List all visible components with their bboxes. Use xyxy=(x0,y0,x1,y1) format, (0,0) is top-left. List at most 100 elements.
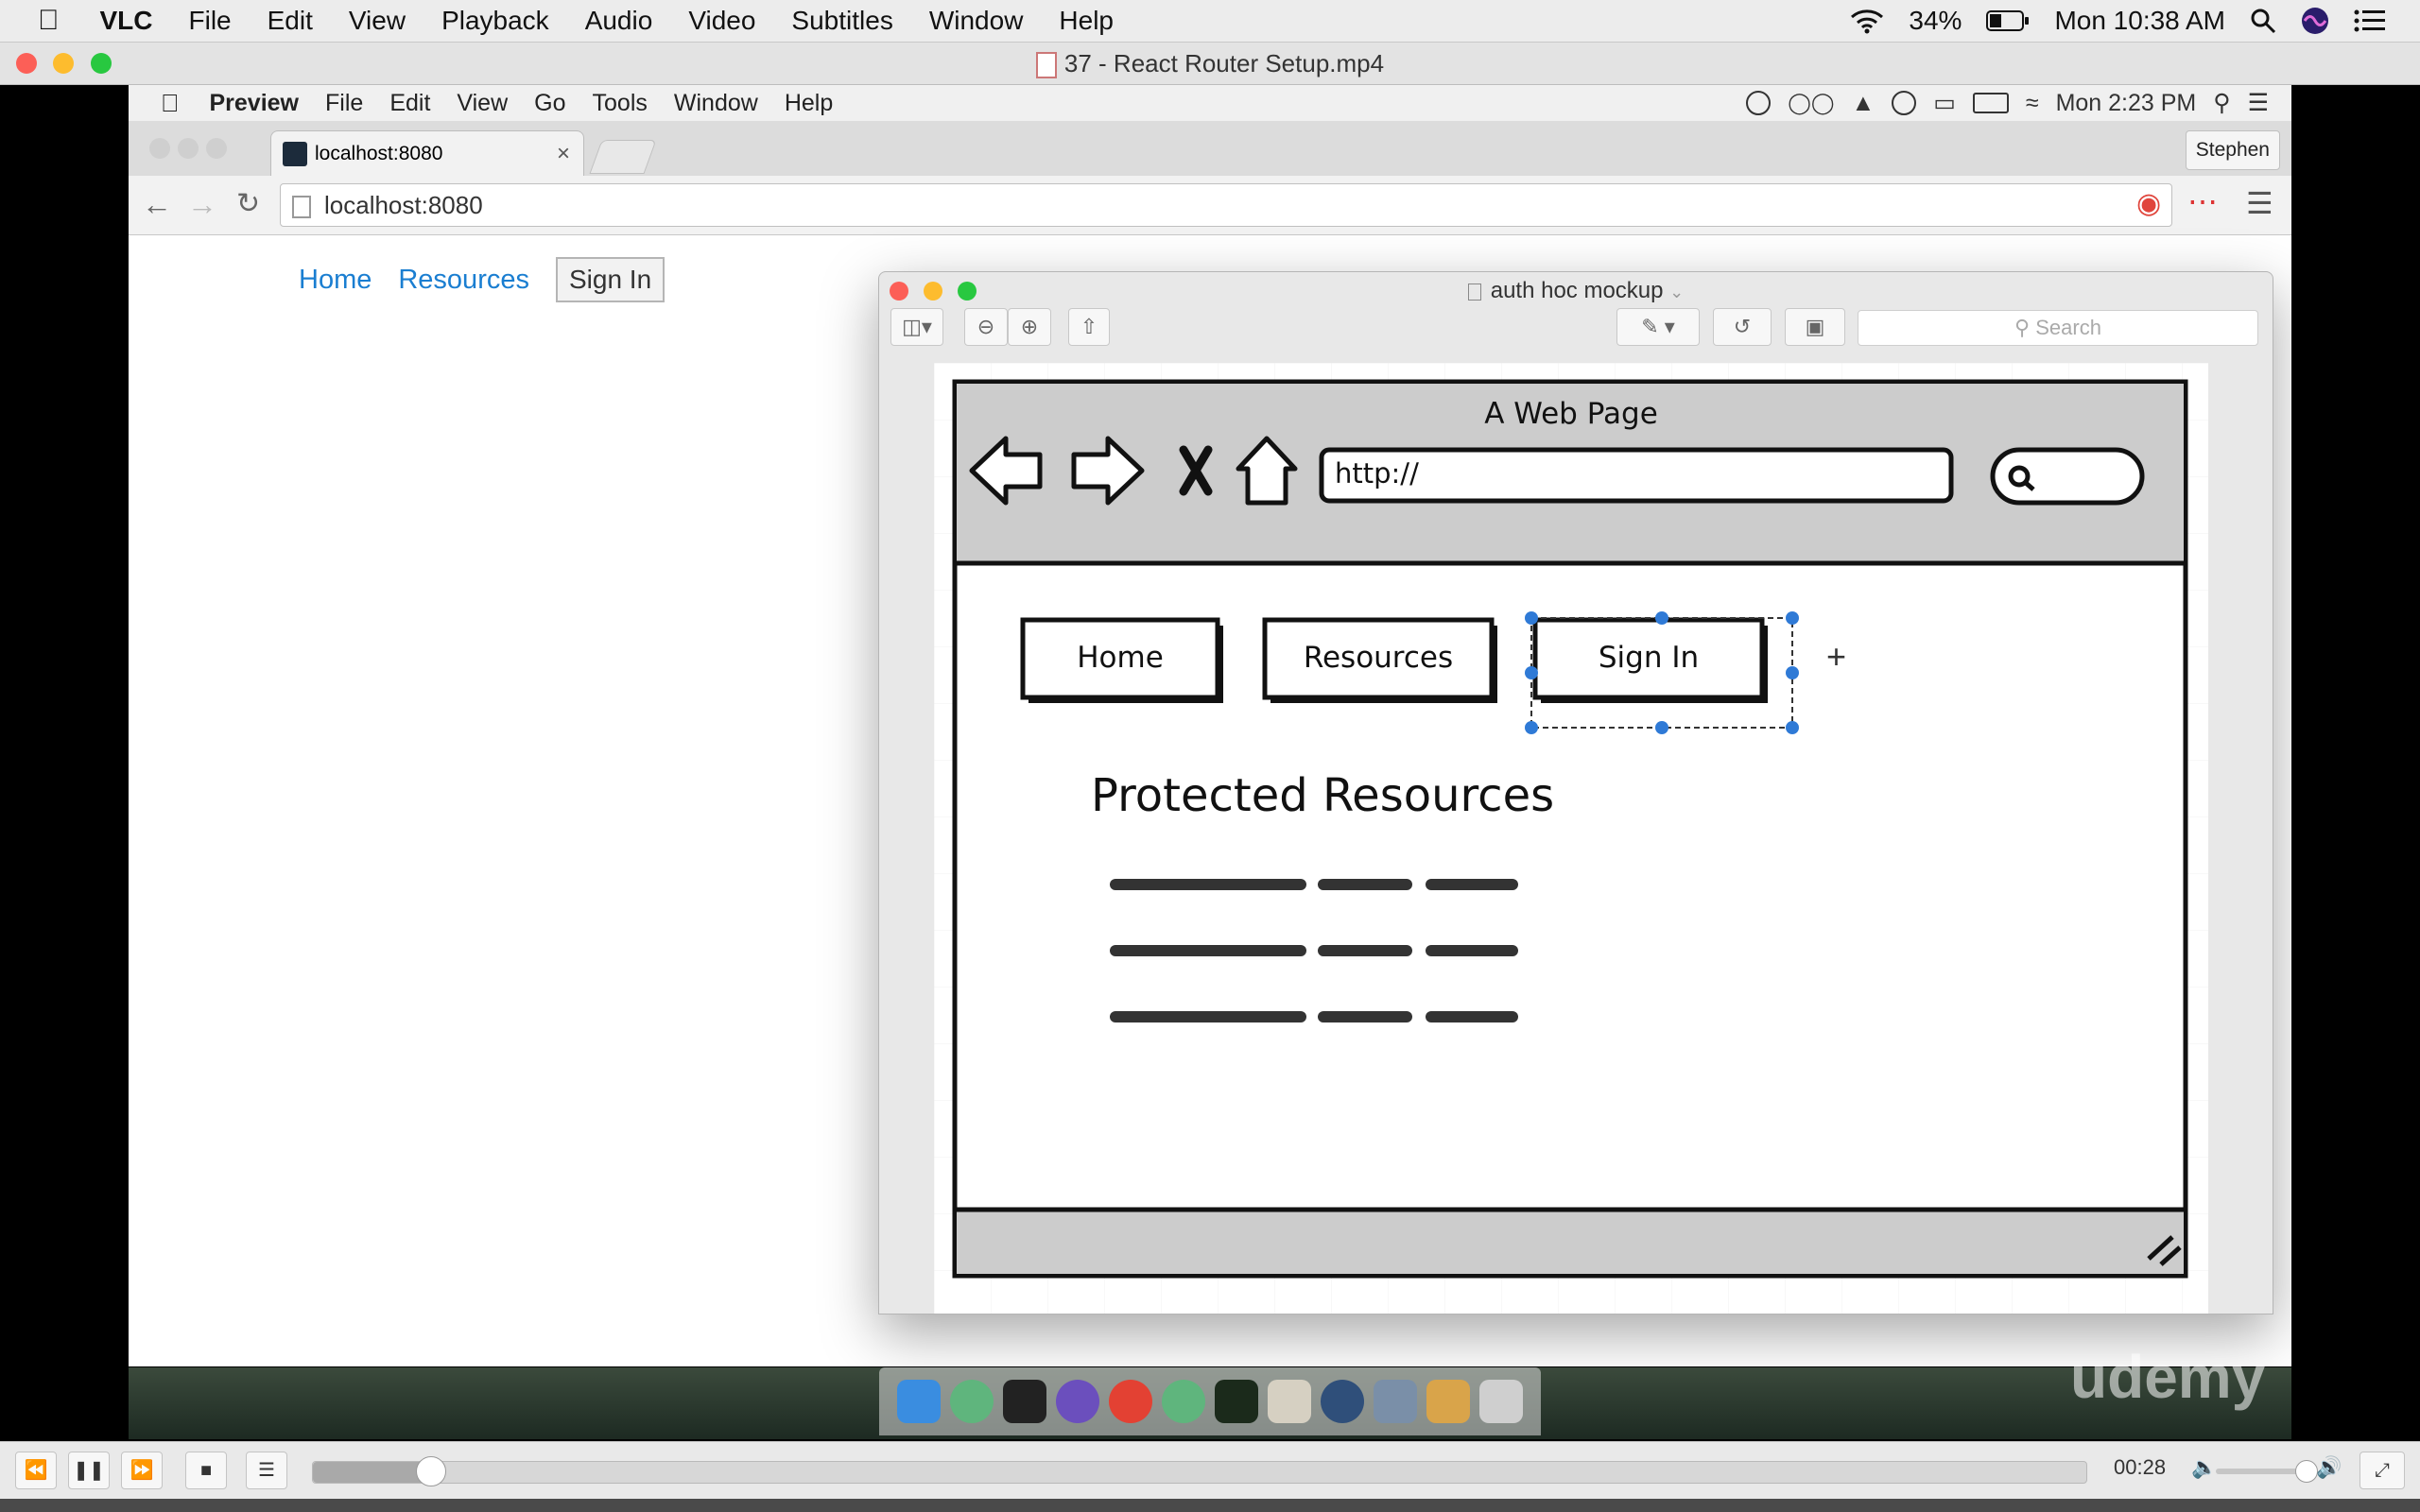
menu-file[interactable]: File xyxy=(171,6,250,36)
search-icon: ⚲ xyxy=(2213,90,2231,116)
battery-icon[interactable] xyxy=(1986,9,2030,32)
battery-icon xyxy=(1972,93,2009,113)
quicktime-icon xyxy=(1321,1380,1364,1423)
glasses-icon: ◯◯ xyxy=(1788,91,1835,114)
browser-tabstrip: localhost:8080 × Stephen xyxy=(129,121,2291,177)
mock-sign-in-label: Sign In xyxy=(1598,641,1700,675)
menu-edit[interactable]: Edit xyxy=(250,6,331,36)
selection-handle xyxy=(1786,721,1799,734)
video-frame[interactable]:  Preview File Edit View Go Tools Window… xyxy=(129,85,2291,1366)
record-icon xyxy=(1746,91,1772,115)
menu-audio[interactable]: Audio xyxy=(567,6,671,36)
chrome-menu-icon: ☰ xyxy=(2246,186,2273,220)
mock-search-field xyxy=(1990,447,2145,506)
selection-handle xyxy=(1655,611,1668,625)
mock-footer-bar xyxy=(957,1211,2184,1274)
extension-more-icon: ⋯ xyxy=(2187,184,2218,218)
menu-edit: Edit xyxy=(371,89,430,116)
back-icon: ← xyxy=(142,187,172,221)
volume-slider[interactable] xyxy=(2216,1460,2318,1483)
menu-video[interactable]: Video xyxy=(670,6,773,36)
menu-tools: Tools xyxy=(574,89,648,116)
rewind-button[interactable]: ⏪ xyxy=(15,1452,57,1489)
toolbox-button: ▣ xyxy=(1785,308,1845,346)
site-home-link: Home xyxy=(299,264,372,295)
tab-close-icon: × xyxy=(556,141,570,166)
fullscreen-button[interactable]: ⤢ xyxy=(2360,1452,2405,1489)
document-icon xyxy=(1035,52,1057,79)
screen-bottom-edge xyxy=(0,1499,2420,1512)
selection-handle xyxy=(1525,611,1538,625)
mock-page-title: A Web Page xyxy=(1484,397,1658,431)
menubar-clock[interactable]: Mon 10:38 AM xyxy=(2054,6,2225,36)
vlc-menubar:  VLC File Edit View Playback Audio Vide… xyxy=(0,0,2420,43)
volume-high-icon[interactable]: 🔊 xyxy=(2316,1455,2342,1480)
chevron-down-icon: ⌄ xyxy=(1669,283,1685,301)
vlc-controls: ⏪ ❚❚ ⏩ ■ ☰ 00:28 🔈 🔊 ⤢ xyxy=(0,1441,2420,1499)
finder-icon xyxy=(897,1380,941,1423)
fast-forward-button[interactable]: ⏩ xyxy=(121,1452,163,1489)
selection-handle xyxy=(1525,721,1538,734)
pause-button[interactable]: ❚❚ xyxy=(68,1452,110,1489)
atom-icon xyxy=(1162,1380,1205,1423)
menu-playback[interactable]: Playback xyxy=(424,6,567,36)
volume-knob[interactable] xyxy=(2294,1460,2318,1483)
menu-subtitles[interactable]: Subtitles xyxy=(773,6,910,36)
preview-search-field: ⚲ Search xyxy=(1858,310,2258,346)
preview-canvas: A Web Page http:// Home Resources Sign I… xyxy=(934,363,2208,1314)
apple-icon[interactable]:  xyxy=(0,5,82,37)
extension-icon: ◉ xyxy=(2136,188,2162,219)
menu-vlc[interactable]: VLC xyxy=(82,6,171,36)
editor-icon xyxy=(1056,1380,1099,1423)
airplay-icon: ▭ xyxy=(1933,90,1956,116)
mock-home-label: Home xyxy=(1077,641,1164,675)
volume-low-icon[interactable]: 🔈 xyxy=(2191,1455,2217,1480)
siri-icon[interactable] xyxy=(2301,7,2329,35)
sync-icon xyxy=(1892,91,1917,115)
preview-window: auth hoc mockup ⌄ ◫▾ ⊖ ⊕ ⇧ ✎ ▾ ↺ ▣ ⚲ Sea… xyxy=(878,271,2273,1314)
vlc-titlebar: 37 - React Router Setup.mp4 xyxy=(0,43,2420,85)
page-icon xyxy=(292,196,311,219)
mock-resources-label: Resources xyxy=(1303,641,1454,675)
menu-file: File xyxy=(306,89,363,116)
mock-url-text: http:// xyxy=(1335,457,1419,490)
playlist-button[interactable]: ☰ xyxy=(246,1452,287,1489)
menu-help[interactable]: Help xyxy=(1041,6,1132,36)
atom-icon xyxy=(950,1380,994,1423)
udemy-watermark: udemy xyxy=(2070,1343,2266,1411)
window-title: 37 - React Router Setup.mp4 xyxy=(0,43,2420,84)
forward-icon: → xyxy=(187,187,217,221)
wifi-icon[interactable] xyxy=(1850,8,1884,34)
address-bar: localhost:8080 xyxy=(280,183,2172,227)
preview-title: auth hoc mockup ⌄ xyxy=(879,272,2273,310)
list-icon: ☰ xyxy=(2247,90,2269,116)
downloads-icon xyxy=(1426,1380,1470,1423)
rotate-button: ↺ xyxy=(1713,308,1772,346)
browser-tab: localhost:8080 × xyxy=(270,130,584,177)
video-menubar-clock: Mon 2:23 PM xyxy=(2055,89,2197,116)
drive-icon: ▲ xyxy=(1851,89,1876,116)
browser-zoom-button xyxy=(206,138,227,159)
menu-view[interactable]: View xyxy=(331,6,424,36)
menu-window[interactable]: Window xyxy=(911,6,1042,36)
battery-percentage: 34% xyxy=(1909,6,1962,35)
search-icon[interactable] xyxy=(2250,8,2276,34)
wifi-icon: ≈ xyxy=(2025,89,2039,116)
seek-bar-progress xyxy=(313,1462,430,1483)
wireframe-mockup xyxy=(934,363,2208,1314)
seek-bar-knob[interactable] xyxy=(415,1456,446,1486)
menu-go: Go xyxy=(515,89,565,116)
browser-close-button xyxy=(149,138,170,159)
selection-handle xyxy=(1786,611,1799,625)
seek-bar[interactable] xyxy=(312,1456,2087,1486)
trash-icon xyxy=(1479,1380,1523,1423)
browser-toolbar: ← → ↻ localhost:8080 ◉ ⋯ ☰ xyxy=(129,176,2291,235)
dock xyxy=(879,1367,1541,1435)
menu-window: Window xyxy=(655,89,758,116)
mock-heading: Protected Resources xyxy=(1091,769,1555,822)
list-icon[interactable] xyxy=(2354,9,2386,33)
stop-button[interactable]: ■ xyxy=(185,1452,227,1489)
chrome-icon xyxy=(1109,1380,1152,1423)
menu-view: View xyxy=(438,89,508,116)
site-resources-link: Resources xyxy=(398,264,529,295)
